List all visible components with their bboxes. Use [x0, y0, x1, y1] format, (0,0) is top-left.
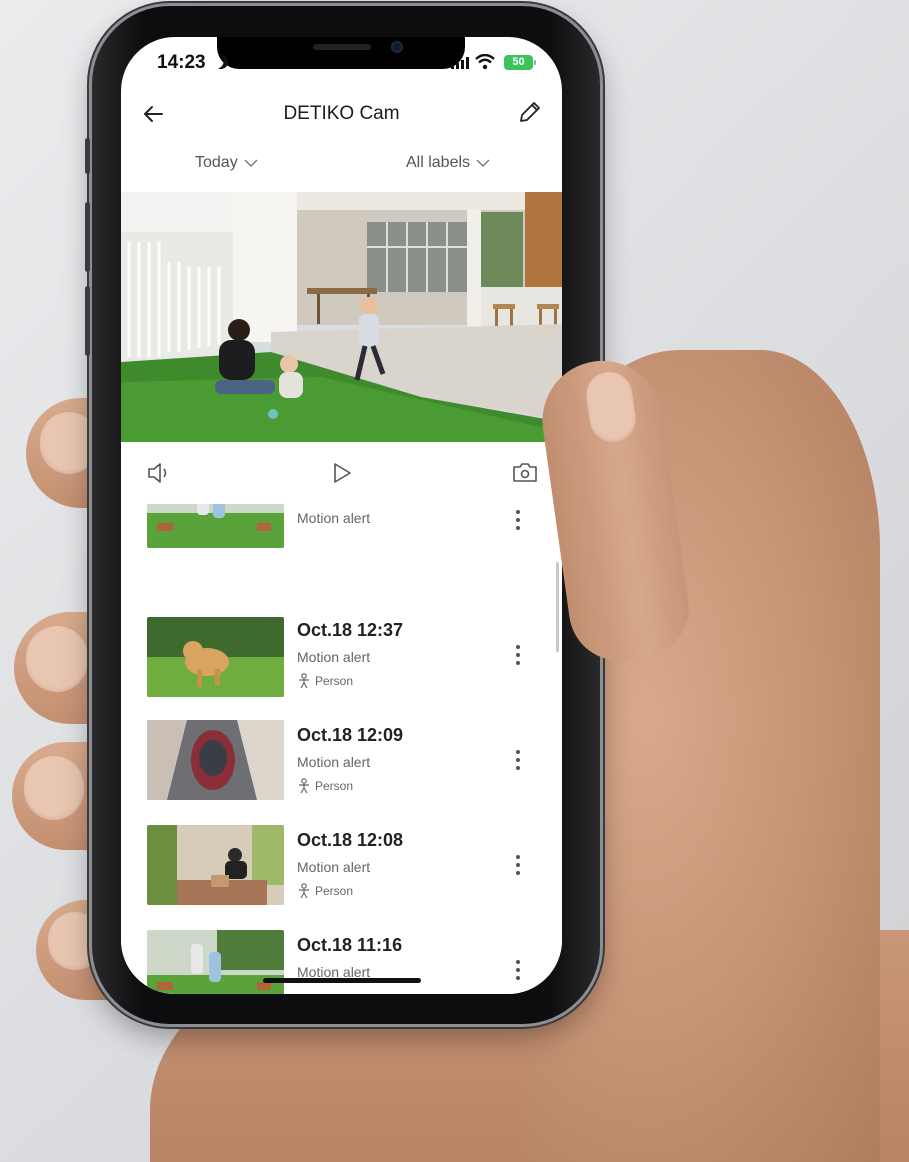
page-title: DETIKO Cam [283, 103, 400, 124]
person-icon [299, 778, 309, 794]
person-icon [299, 883, 309, 899]
event-type: Motion alert [297, 510, 371, 526]
notch [217, 37, 465, 69]
event-time: Oct.18 11:16 [297, 935, 403, 955]
event-time: Oct.18 12:09 [297, 725, 404, 745]
event-thumbnail[interactable] [147, 825, 284, 905]
event-time: Oct.18 12:37 [297, 620, 404, 640]
fingernail-3 [24, 756, 84, 820]
live-video-view[interactable] [121, 192, 562, 442]
play-icon[interactable] [330, 460, 354, 486]
phone-screen: 14:23 50 DETIKO Cam Today All labels Mot… [121, 37, 562, 994]
chevron-down-icon [244, 159, 258, 167]
signal-icon [451, 57, 469, 69]
scrollbar[interactable] [556, 562, 559, 652]
home-indicator[interactable] [263, 978, 421, 983]
list-item[interactable]: Oct.18 12:09 Motion alert Person [121, 710, 562, 814]
more-vertical-icon[interactable] [512, 853, 524, 879]
list-item[interactable]: Oct.18 12:37 Motion alert Person [121, 605, 562, 709]
wifi-icon [475, 54, 495, 70]
more-vertical-icon[interactable] [512, 508, 524, 534]
labels-filter-label: All labels [406, 154, 471, 171]
event-thumbnail[interactable] [147, 617, 284, 697]
side-button-volume-up [85, 202, 90, 272]
event-thumbnail-image [147, 930, 284, 994]
side-button-silent [85, 138, 90, 174]
event-thumbnail[interactable] [147, 720, 284, 800]
earpiece [313, 44, 371, 50]
event-thumbnail-image [147, 825, 284, 905]
event-thumbnail-image [147, 504, 284, 548]
event-tag-label: Person [315, 884, 354, 898]
side-button-volume-down [85, 286, 90, 356]
event-type: Motion alert [297, 859, 371, 875]
pencil-icon[interactable] [517, 99, 543, 125]
event-type: Motion alert [297, 754, 371, 770]
event-tag: Person [297, 883, 353, 899]
event-thumbnail-image [147, 617, 284, 697]
event-tag: Person [297, 778, 353, 794]
camera-feed-image [121, 192, 562, 442]
front-camera [391, 41, 403, 53]
event-type: Motion alert [297, 649, 371, 665]
status-time: 14:23 [157, 52, 206, 73]
event-time: Oct.18 12:08 [297, 830, 404, 850]
fingernail-1 [40, 412, 98, 474]
event-list[interactable]: Motion alert Oct.18 12:37 Motion alert P… [121, 504, 562, 994]
event-tag: Person [297, 673, 353, 689]
date-filter-dropdown[interactable]: Today [195, 154, 258, 172]
more-vertical-icon[interactable] [512, 748, 524, 774]
more-vertical-icon[interactable] [512, 958, 524, 984]
fingernail-2 [26, 626, 88, 692]
event-thumbnail[interactable] [147, 504, 284, 548]
speaker-icon[interactable] [145, 460, 173, 486]
list-item[interactable]: Motion alert [121, 504, 562, 560]
event-tag-label: Person [315, 779, 354, 793]
labels-filter-dropdown[interactable]: All labels [406, 154, 490, 172]
event-thumbnail-image [147, 720, 284, 800]
battery-indicator: 50 [504, 55, 536, 70]
player-controls [121, 442, 562, 505]
event-tag-label: Person [315, 674, 354, 688]
camera-icon[interactable] [511, 460, 539, 484]
more-vertical-icon[interactable] [512, 643, 524, 669]
event-thumbnail[interactable] [147, 930, 284, 994]
chevron-down-icon [476, 159, 490, 167]
list-item[interactable]: Oct.18 12:08 Motion alert Person [121, 815, 562, 919]
person-icon [299, 673, 309, 689]
date-filter-label: Today [195, 154, 238, 171]
